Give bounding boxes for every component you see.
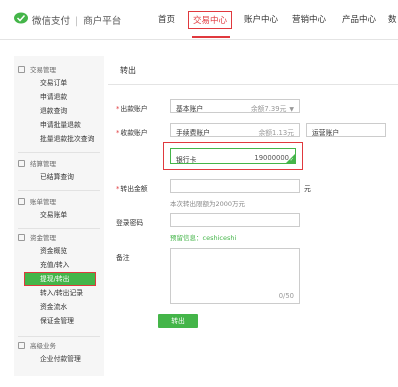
sidebar-divider <box>18 336 100 337</box>
advanced-icon <box>18 342 25 349</box>
password-input[interactable] <box>170 213 300 227</box>
payee-account-select[interactable]: 手续费账户 余额1.13元 <box>170 123 300 137</box>
sidebar: 交易管理 交易订单 申请退款 退款查询 申请批量退款 批量退款批次查询 结算管理… <box>14 56 104 376</box>
sidebar-divider <box>18 190 100 191</box>
bank-card-number: 19000000 <box>254 154 289 162</box>
brand-subtitle: 商户平台 <box>83 16 122 27</box>
sidebar-group-settlement: 结算管理 已结算查询 <box>14 158 104 184</box>
nav-account-center[interactable]: 账户中心 <box>244 13 278 25</box>
sidebar-item-funds-overview[interactable]: 资金概览 <box>14 244 104 258</box>
reserved-info: 预留信息：ceshiceshi <box>170 234 237 242</box>
sidebar-divider <box>18 228 100 229</box>
sidebar-item-fund-flow[interactable]: 资金流水 <box>14 300 104 314</box>
chevron-down-icon: ▼ <box>289 106 294 113</box>
funds-icon <box>18 234 25 241</box>
main-panel: 转出 *出款账户 基本账户 余额7.39元 ▼ *收款账户 手续费账户 余额1.1… <box>108 56 398 376</box>
password-label: 登录密码 <box>116 219 144 227</box>
sidebar-item-settled-query[interactable]: 已结算查询 <box>14 170 104 184</box>
bank-card-option[interactable]: 银行卡 19000000 ✓ <box>170 148 296 164</box>
amount-hint: 本次转出限额为2000万元 <box>170 200 246 208</box>
page-title: 转出 <box>120 66 136 75</box>
remark-textarea[interactable]: 0/50 <box>170 248 300 304</box>
sidebar-item-refund-query[interactable]: 退款查询 <box>14 104 104 118</box>
nav-more[interactable]: 数 <box>388 13 397 25</box>
sidebar-divider <box>18 152 100 153</box>
sidebar-item-transfer-records[interactable]: 转入/转出记录 <box>14 286 104 300</box>
payee-account-balance: 余额1.13元 <box>258 129 294 137</box>
settlement-icon <box>18 160 25 167</box>
sidebar-group-title: 账单管理 <box>14 196 104 208</box>
nav-home[interactable]: 首页 <box>158 13 175 25</box>
brand-name: 微信支付 <box>32 16 71 27</box>
sidebar-item-batch-refund[interactable]: 申请批量退款 <box>14 118 104 132</box>
bill-icon <box>18 198 25 205</box>
sidebar-group-title: 结算管理 <box>14 158 104 170</box>
bank-card-label: 银行卡 <box>176 156 197 164</box>
sidebar-item-trade-orders[interactable]: 交易订单 <box>14 76 104 90</box>
sidebar-group-title: 交易管理 <box>14 64 104 76</box>
sidebar-item-batch-refund-query[interactable]: 批量退款批次查询 <box>14 132 104 146</box>
top-navigation: 微信支付 | 商户平台 首页 交易中心 账户中心 营销中心 产品中心 数 <box>0 0 398 40</box>
nav-product-center[interactable]: 产品中心 <box>342 13 376 25</box>
payer-account-balance: 余额7.39元 ▼ <box>250 105 294 113</box>
wechat-pay-logo-icon <box>14 12 28 24</box>
sidebar-group-title: 高级业务 <box>14 340 104 352</box>
nav-trade-center[interactable]: 交易中心 <box>188 11 233 29</box>
payer-account-select[interactable]: 基本账户 余额7.39元 ▼ <box>170 99 300 113</box>
title-divider <box>108 84 398 85</box>
brand-title: 微信支付 | 商户平台 <box>32 13 121 27</box>
submit-transfer-button[interactable]: 转出 <box>158 314 198 328</box>
payee-account-value: 手续费账户 <box>176 129 210 137</box>
payee-account-alt-option[interactable]: 运营账户 <box>306 123 386 137</box>
sidebar-group-funds: 资金管理 资金概览 充值/转入 提现/转出 转入/转出记录 资金流水 保证金管理 <box>14 232 104 328</box>
amount-label: *转出金额 <box>116 185 148 193</box>
remark-counter: 0/50 <box>278 292 294 300</box>
remark-label: 备注 <box>116 254 130 262</box>
sidebar-item-apply-refund[interactable]: 申请退款 <box>14 90 104 104</box>
nav-active-underline <box>192 36 230 38</box>
sidebar-item-trade-bill[interactable]: 交易账单 <box>14 208 104 222</box>
check-mark-icon: ✓ <box>289 157 294 163</box>
list-icon <box>18 66 25 73</box>
sidebar-group-title: 资金管理 <box>14 232 104 244</box>
amount-input[interactable] <box>170 179 300 193</box>
nav-marketing-center[interactable]: 营销中心 <box>292 13 326 25</box>
sidebar-group-advanced: 高级业务 企业付款管理 <box>14 340 104 366</box>
payee-account-label: *收款账户 <box>116 129 148 137</box>
payer-account-value: 基本账户 <box>176 105 204 113</box>
sidebar-group-trade: 交易管理 交易订单 申请退款 退款查询 申请批量退款 批量退款批次查询 <box>14 64 104 146</box>
sidebar-item-enterprise-payment[interactable]: 企业付款管理 <box>14 352 104 366</box>
sidebar-item-deposit-management[interactable]: 保证金管理 <box>14 314 104 328</box>
payer-account-label: *出款账户 <box>116 105 148 113</box>
amount-unit: 元 <box>304 185 311 193</box>
payee-account-alt-value: 运营账户 <box>312 129 340 137</box>
sidebar-item-recharge[interactable]: 充值/转入 <box>14 258 104 272</box>
sidebar-group-bill: 账单管理 交易账单 <box>14 196 104 222</box>
brand-separator: | <box>75 16 79 27</box>
sidebar-item-withdraw[interactable]: 提现/转出 <box>24 272 96 286</box>
